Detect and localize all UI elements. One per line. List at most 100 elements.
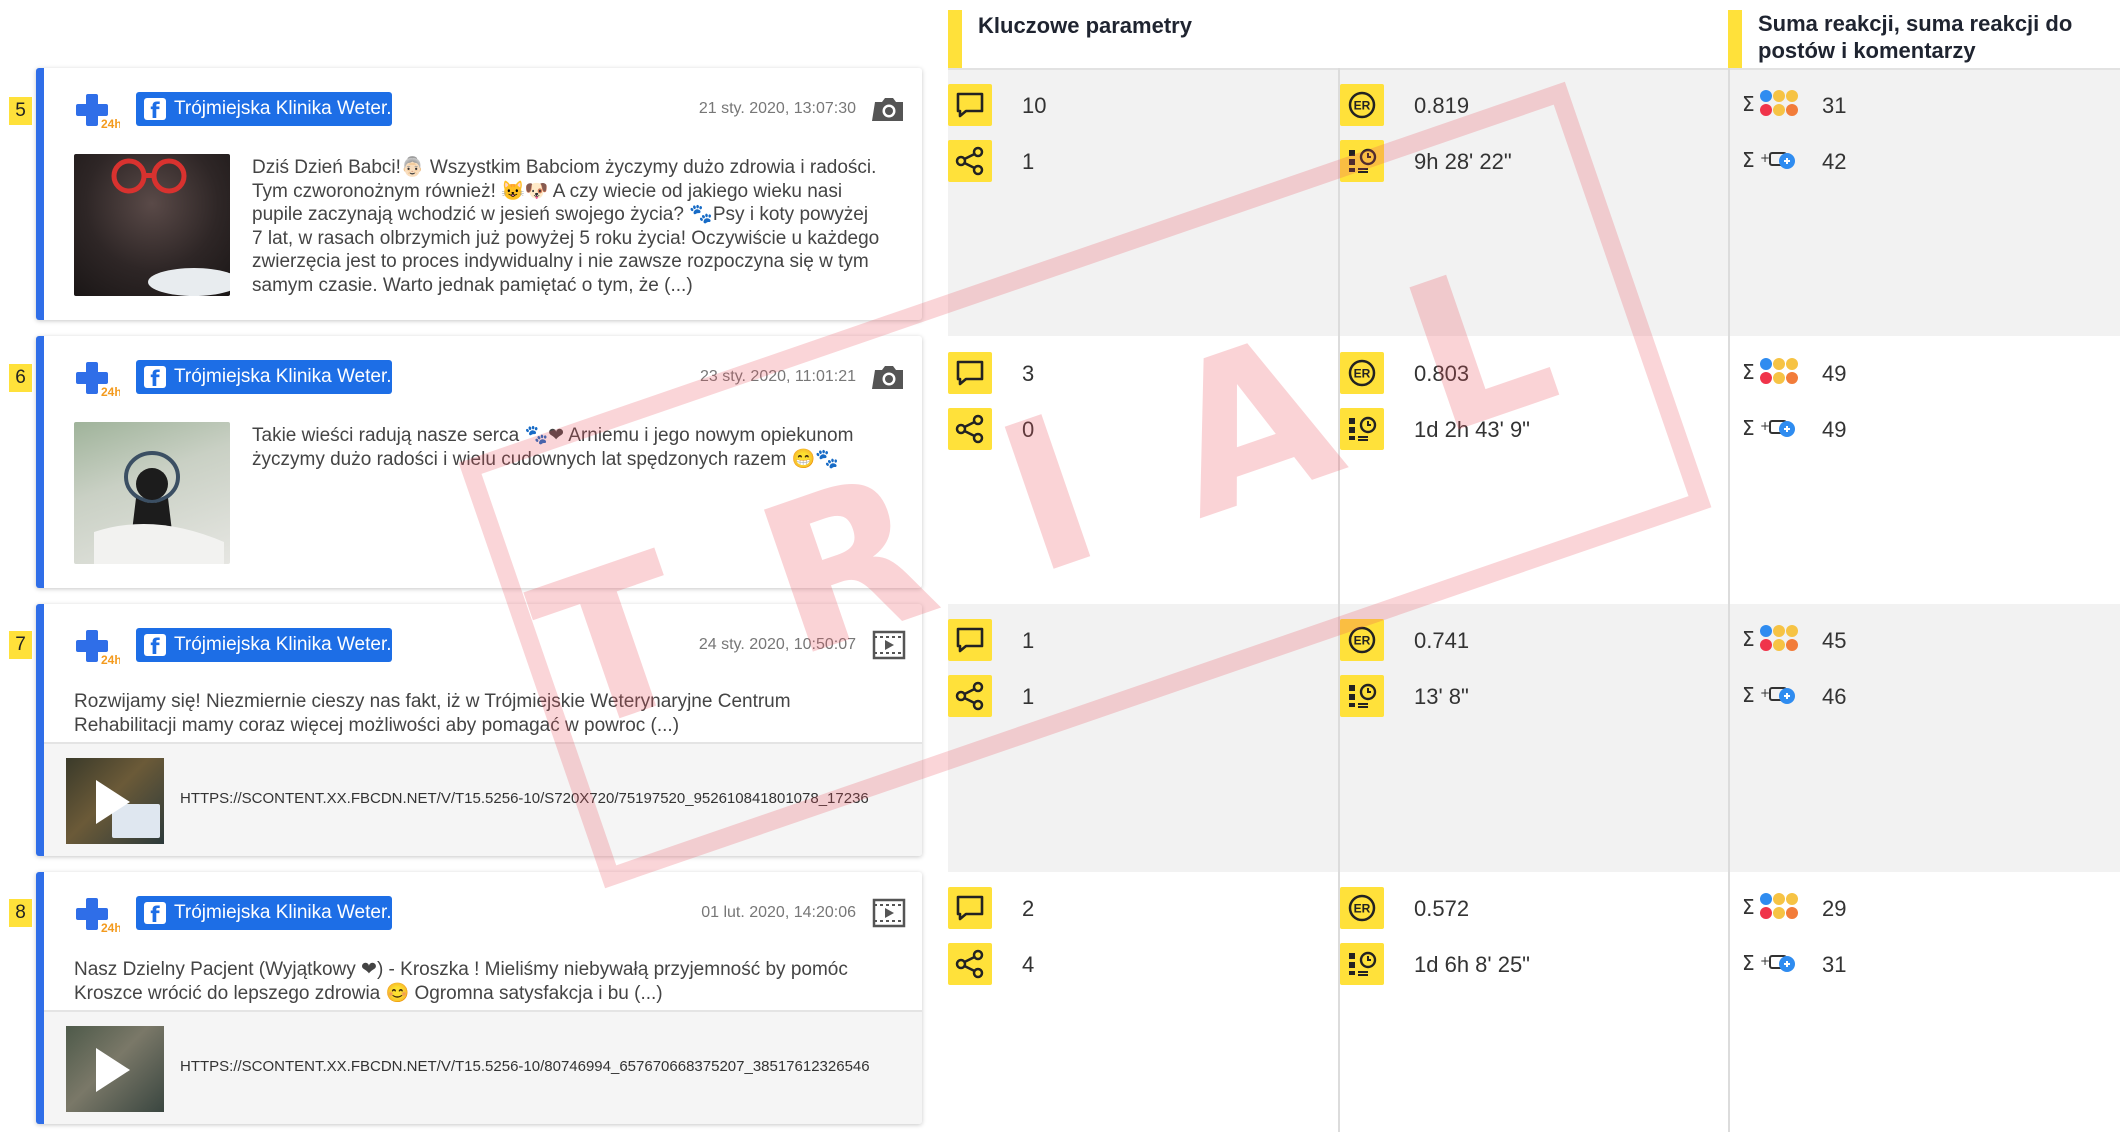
reactions-emoji-icon bbox=[1760, 625, 1798, 651]
reactions-emoji-icon bbox=[1760, 893, 1798, 919]
reactions-sum: 49 bbox=[1822, 361, 1847, 386]
svg-text:ER: ER bbox=[1354, 634, 1371, 648]
reactions-emoji-icon bbox=[1760, 90, 1798, 116]
post-comment-reactions-icon: + bbox=[1760, 686, 1795, 704]
facebook-page-tag[interactable]: f Trójmiejska Klinika Weter... bbox=[136, 360, 392, 394]
svg-text:+: + bbox=[1760, 954, 1770, 968]
page-name: Trójmiejska Klinika Weter... bbox=[174, 634, 392, 655]
link-preview[interactable]: HTTPS://SCONTENT.XX.FBCDN.NET/V/T15.5256… bbox=[44, 742, 922, 856]
svg-text:24h: 24h bbox=[101, 653, 120, 666]
shares-count: 4 bbox=[1022, 952, 1035, 977]
clinic-logo-icon: 24h bbox=[76, 630, 120, 666]
svg-text:+: + bbox=[1760, 686, 1770, 700]
facebook-page-tag[interactable]: f Trójmiejska Klinika Weter... bbox=[136, 92, 392, 126]
time-list-icon bbox=[1349, 416, 1377, 441]
svg-text:ER: ER bbox=[1354, 99, 1371, 113]
reactions-sum: 31 bbox=[1822, 93, 1847, 118]
engagement-rate: 0.572 bbox=[1414, 896, 1470, 921]
sigma-symbol: Σ bbox=[1742, 895, 1755, 919]
er-icon-box: ER bbox=[1340, 352, 1384, 394]
report-page: Kluczowe parametry Suma reakcji, suma re… bbox=[0, 0, 2120, 1132]
svg-text:ER: ER bbox=[1354, 902, 1371, 916]
camera-icon bbox=[872, 98, 903, 121]
sigma-symbol: Σ bbox=[1742, 360, 1755, 384]
post-card[interactable]: 24h f Trójmiejska Klinika Weter... 21 sty… bbox=[36, 68, 922, 320]
comments-icon-box bbox=[948, 84, 992, 126]
page-name: Trójmiejska Klinika Weter... bbox=[174, 98, 392, 119]
reactions-posts-comments: 46 bbox=[1822, 684, 1847, 709]
post-image[interactable] bbox=[74, 154, 230, 296]
response-time: 1d 2h 43' 9" bbox=[1414, 417, 1530, 442]
post-text: Nasz Dzielny Pacjent (Wyjątkowy ❤) - Kro… bbox=[74, 959, 848, 1004]
post-index: 7 bbox=[9, 631, 32, 659]
er-icon-box: ER bbox=[1340, 619, 1384, 661]
video-thumbnail[interactable] bbox=[66, 758, 164, 844]
video-icon bbox=[872, 898, 906, 928]
facebook-page-tag[interactable]: f Trójmiejska Klinika Weter... bbox=[136, 628, 392, 662]
comment-icon bbox=[956, 895, 984, 921]
comments-icon-box bbox=[948, 352, 992, 394]
time-list-icon bbox=[1349, 148, 1377, 173]
svg-text:+: + bbox=[1760, 419, 1770, 433]
post-card[interactable]: 24h f Trójmiejska Klinika Weter... 24 sty… bbox=[36, 604, 922, 856]
post-comment-reactions-icon: + bbox=[1760, 151, 1795, 169]
facebook-icon: f bbox=[144, 902, 166, 927]
sigma-symbol: Σ bbox=[1742, 92, 1755, 116]
share-icon bbox=[955, 681, 984, 711]
shares-icon-box bbox=[948, 675, 992, 717]
reactions-posts-comments: 31 bbox=[1822, 952, 1847, 977]
time-list-icon bbox=[1349, 951, 1377, 976]
sigma-symbol: Σ bbox=[1742, 148, 1755, 172]
comments-count: 3 bbox=[1022, 361, 1035, 386]
comments-icon-box bbox=[948, 619, 992, 661]
sigma-symbol: Σ bbox=[1742, 951, 1755, 975]
facebook-icon: f bbox=[144, 366, 166, 391]
play-icon bbox=[96, 780, 130, 824]
comments-count: 10 bbox=[1022, 93, 1047, 118]
play-icon bbox=[96, 1048, 130, 1092]
facebook-page-tag[interactable]: f Trójmiejska Klinika Weter... bbox=[136, 896, 392, 930]
post-text: Rozwijamy się! Niezmiernie cieszy nas fa… bbox=[74, 691, 791, 736]
link-url[interactable]: HTTPS://SCONTENT.XX.FBCDN.NET/V/T15.5256… bbox=[180, 790, 869, 807]
shares-icon-box bbox=[948, 943, 992, 985]
clinic-logo-icon: 24h bbox=[76, 898, 120, 934]
page-name: Trójmiejska Klinika Weter... bbox=[174, 366, 392, 387]
post-card[interactable]: 24h f Trójmiejska Klinika Weter... 23 sty… bbox=[36, 336, 922, 588]
share-icon bbox=[955, 949, 984, 979]
svg-text:24h: 24h bbox=[101, 385, 120, 398]
post-date: 01 lut. 2020, 14:20:06 bbox=[701, 904, 856, 921]
response-time: 1d 6h 8' 25" bbox=[1414, 952, 1530, 977]
sigma-symbol: Σ bbox=[1742, 683, 1755, 707]
link-preview[interactable]: HTTPS://SCONTENT.XX.FBCDN.NET/V/T15.5256… bbox=[44, 1010, 922, 1124]
post-image[interactable] bbox=[74, 422, 230, 564]
post-index: 5 bbox=[9, 97, 32, 125]
reactions-header: Suma reakcji, suma reakcji do postów i k… bbox=[1728, 10, 2108, 68]
post-date: 23 sty. 2020, 11:01:21 bbox=[700, 368, 856, 385]
reactions-emoji-icon bbox=[1760, 358, 1798, 384]
share-icon bbox=[955, 414, 984, 444]
comments-count: 2 bbox=[1022, 896, 1035, 921]
link-url[interactable]: HTTPS://SCONTENT.XX.FBCDN.NET/V/T15.5256… bbox=[180, 1058, 870, 1075]
post-text: Takie wieści radują nasze serca 🐾❤ Arnie… bbox=[252, 425, 854, 470]
er-icon-box: ER bbox=[1340, 84, 1384, 126]
params-column-bg bbox=[948, 68, 2120, 336]
clinic-logo-icon: 24h bbox=[76, 94, 120, 130]
time-icon-box bbox=[1340, 140, 1384, 182]
post-card[interactable]: 24h f Trójmiejska Klinika Weter... 01 lut… bbox=[36, 872, 922, 1124]
divider bbox=[1728, 68, 1730, 1132]
post-text: Dziś Dzień Babci!👵🏻 Wszystkim Babciom ży… bbox=[252, 157, 880, 296]
reactions-posts-comments: 42 bbox=[1822, 149, 1847, 174]
clinic-logo-icon: 24h bbox=[76, 362, 120, 398]
reactions-sum: 29 bbox=[1822, 896, 1847, 921]
er-icon-box: ER bbox=[1340, 887, 1384, 929]
shares-icon-box bbox=[948, 140, 992, 182]
post-date: 21 sty. 2020, 13:07:30 bbox=[698, 100, 856, 117]
er-icon: ER bbox=[1348, 91, 1376, 119]
video-thumbnail[interactable] bbox=[66, 1026, 164, 1112]
reactions-sum: 45 bbox=[1822, 628, 1847, 653]
er-icon: ER bbox=[1348, 894, 1376, 922]
post-comment-reactions-icon: + bbox=[1760, 954, 1795, 972]
svg-text:ER: ER bbox=[1354, 367, 1371, 381]
svg-text:24h: 24h bbox=[101, 921, 120, 934]
shares-icon-box bbox=[948, 408, 992, 450]
